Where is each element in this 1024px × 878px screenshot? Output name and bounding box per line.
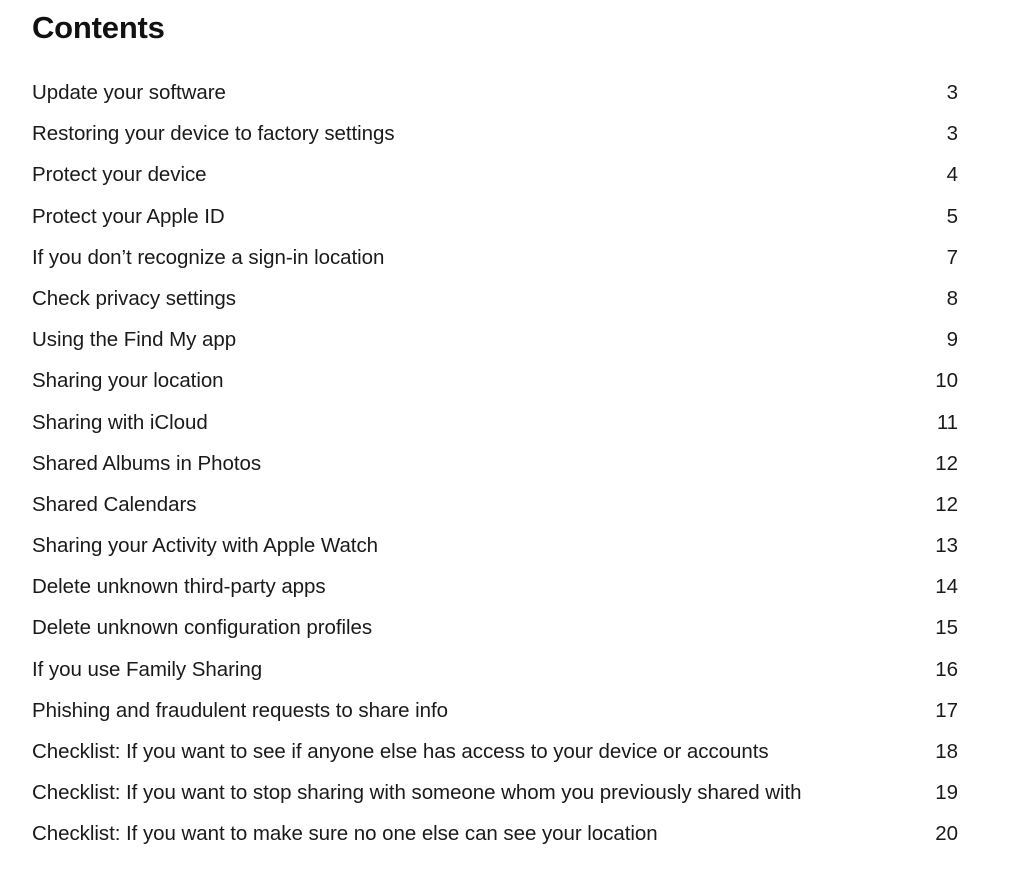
toc-entry-page-number: 8: [946, 286, 958, 310]
toc-entry-label: Sharing your Activity with Apple Watch: [32, 534, 378, 558]
document-page: Contents Update your software 3 Restorin…: [0, 0, 1024, 878]
toc-entry-label: If you use Family Sharing: [32, 657, 263, 681]
toc-entry-page-number: 15: [935, 616, 958, 640]
toc-entry[interactable]: Sharing your location 10: [32, 360, 958, 401]
toc-entry-label: Protect your Apple ID: [32, 204, 225, 228]
toc-entry-page-number: 3: [946, 81, 958, 104]
toc-entry-page-number: 14: [935, 575, 958, 599]
toc-entry-label: Sharing with iCloud: [32, 410, 208, 434]
toc-entry[interactable]: If you don’t recognize a sign-in locatio…: [32, 237, 958, 278]
toc-entry-page-number: 11: [936, 410, 958, 434]
toc-entry[interactable]: Restoring your device to factory setting…: [32, 113, 958, 154]
toc-entry-page-number: 17: [935, 698, 958, 722]
toc-entry-label: Protect your device: [32, 163, 207, 187]
toc-entry-label: Shared Calendars: [32, 492, 197, 516]
toc-entry-label: Delete unknown third-party apps: [32, 575, 326, 599]
toc-entry-page-number: 4: [946, 163, 958, 187]
toc-entry-label: Update your software: [32, 81, 226, 104]
toc-entry[interactable]: Using the Find My app 9: [32, 319, 958, 360]
table-of-contents-list: Update your software 3 Restoring your de…: [32, 72, 958, 855]
page-title: Contents: [32, 10, 165, 45]
toc-entry[interactable]: If you use Family Sharing 16: [32, 649, 958, 690]
toc-entry-page-number: 18: [935, 740, 958, 763]
toc-entry-label: Phishing and fraudulent requests to shar…: [32, 698, 448, 722]
toc-entry[interactable]: Protect your Apple ID 5: [32, 196, 958, 237]
toc-entry[interactable]: Check privacy settings 8: [32, 278, 958, 319]
toc-entry[interactable]: Protect your device 4: [32, 154, 958, 195]
toc-entry-label: Shared Albums in Photos: [32, 451, 262, 475]
toc-entry[interactable]: Checklist: If you want to see if anyone …: [32, 731, 958, 772]
toc-entry[interactable]: Sharing your Activity with Apple Watch 1…: [32, 525, 958, 566]
toc-entry[interactable]: Sharing with iCloud 11: [32, 402, 958, 443]
toc-entry-page-number: 13: [935, 534, 958, 558]
toc-entry[interactable]: Update your software 3: [32, 72, 958, 113]
toc-entry-label: Delete unknown configuration profiles: [32, 616, 373, 640]
toc-entry-label: Check privacy settings: [32, 286, 236, 310]
toc-entry[interactable]: Checklist: If you want to make sure no o…: [32, 813, 958, 854]
toc-entry-label: Restoring your device to factory setting…: [32, 122, 395, 146]
toc-entry-label: Checklist: If you want to stop sharing w…: [32, 781, 802, 805]
toc-entry-label: Using the Find My app: [32, 328, 237, 352]
toc-entry-label: If you don’t recognize a sign-in locatio…: [32, 245, 385, 269]
toc-entry-label: Sharing your location: [32, 369, 224, 393]
toc-entry-label: Checklist: If you want to see if anyone …: [32, 740, 769, 763]
toc-entry-label: Checklist: If you want to make sure no o…: [32, 822, 658, 846]
toc-entry-page-number: 9: [946, 328, 958, 352]
toc-entry[interactable]: Delete unknown third-party apps 14: [32, 566, 958, 607]
toc-entry-page-number: 19: [935, 781, 958, 805]
toc-entry-page-number: 3: [946, 122, 958, 146]
toc-entry-page-number: 10: [935, 369, 958, 393]
toc-entry-page-number: 7: [946, 245, 958, 269]
toc-entry-page-number: 5: [946, 204, 958, 228]
toc-entry[interactable]: Delete unknown configuration profiles 15: [32, 607, 958, 648]
toc-entry[interactable]: Phishing and fraudulent requests to shar…: [32, 690, 958, 731]
toc-entry[interactable]: Shared Calendars 12: [32, 484, 958, 525]
toc-entry[interactable]: Checklist: If you want to stop sharing w…: [32, 772, 958, 813]
toc-entry-page-number: 12: [935, 492, 958, 516]
toc-entry-page-number: 20: [935, 822, 958, 846]
toc-entry-page-number: 16: [935, 657, 958, 681]
toc-entry-page-number: 12: [935, 451, 958, 475]
toc-entry[interactable]: Shared Albums in Photos 12: [32, 443, 958, 484]
